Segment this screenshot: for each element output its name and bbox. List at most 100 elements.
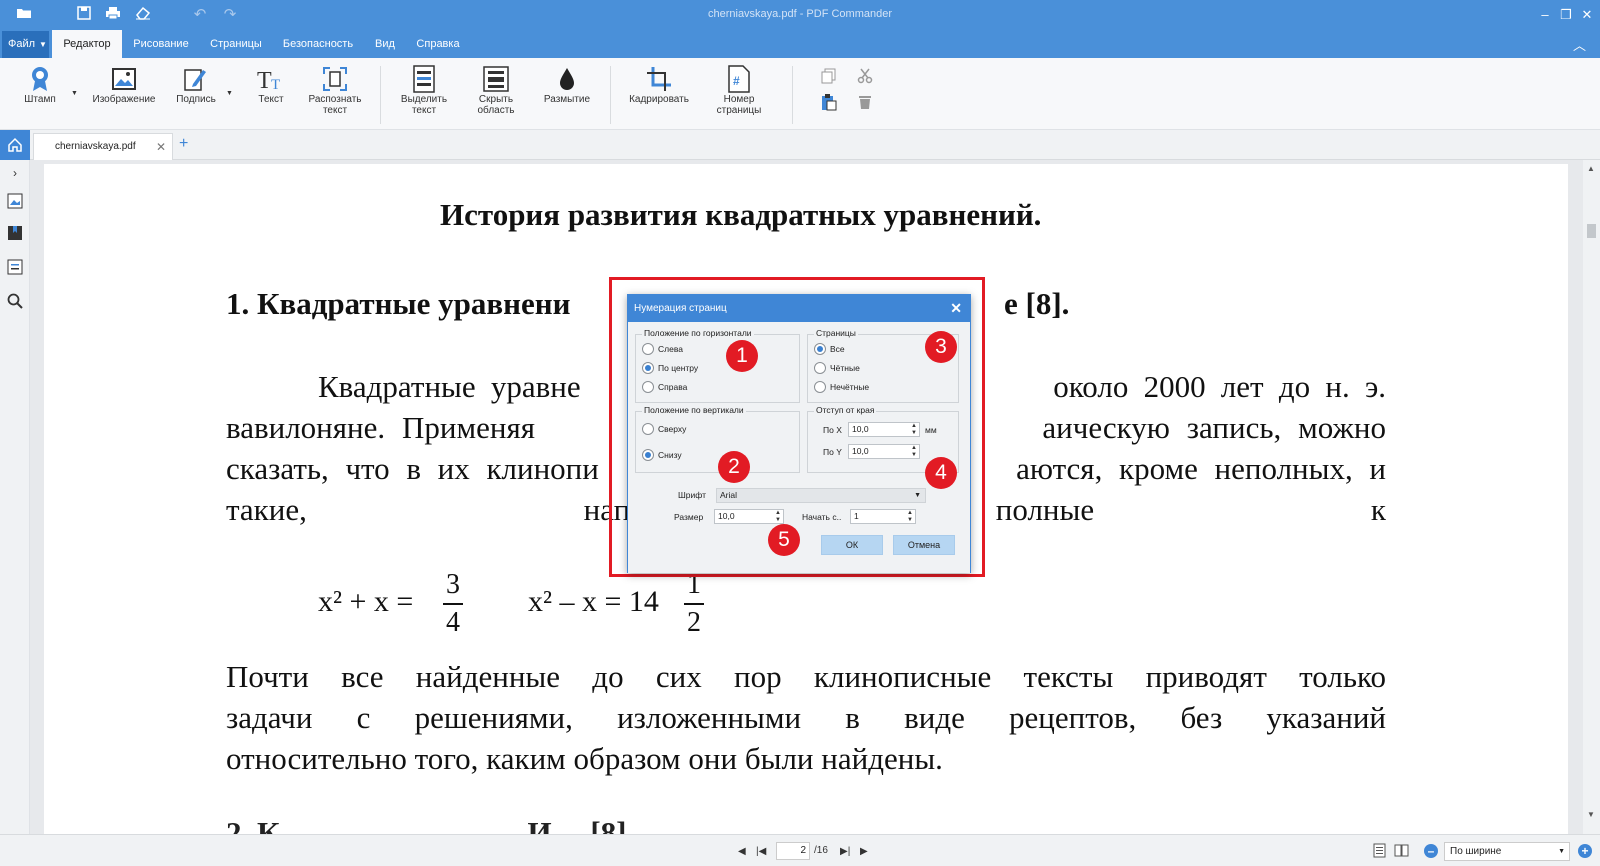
offset-x-label: По X — [823, 425, 842, 435]
pen-icon — [172, 64, 220, 94]
scroll-down-arrow[interactable]: ▼ — [1587, 810, 1595, 819]
thumbnails-icon[interactable] — [6, 192, 24, 210]
ribbon-separator — [792, 66, 793, 124]
zoom-select[interactable]: По ширине ▼ — [1444, 842, 1570, 861]
image-icon — [90, 64, 158, 94]
file-menu-button[interactable]: Файл ▼ — [2, 31, 49, 58]
next-page-icon[interactable]: ▶ — [860, 846, 868, 857]
hide-area-button[interactable]: Скрыть область — [466, 64, 526, 124]
tab-drawing[interactable]: Рисование — [126, 30, 196, 58]
crop-icon — [622, 64, 696, 94]
blur-button[interactable]: Размытие — [538, 64, 596, 124]
chevron-right-icon[interactable]: › — [6, 164, 24, 182]
stamp-icon — [18, 64, 62, 94]
page-number-button[interactable]: # Номер страницы — [708, 64, 770, 124]
annotation-badge-5: 5 — [768, 524, 800, 556]
ocr-icon — [302, 64, 368, 94]
text-button[interactable]: TT Текст — [250, 64, 292, 124]
last-page-icon[interactable]: ▶| — [840, 846, 850, 857]
zoom-in-icon[interactable]: + — [1578, 844, 1592, 858]
prev-page-icon[interactable]: ◀ — [738, 846, 746, 857]
signature-button[interactable]: Подпись — [172, 64, 220, 124]
section-heading-end: е [8]. — [1004, 286, 1070, 321]
recognize-text-button[interactable]: Распознать текст — [302, 64, 368, 124]
scrollbar-thumb[interactable] — [1587, 224, 1596, 238]
annotation-badge-1: 1 — [726, 340, 758, 372]
ribbon-separator — [610, 66, 611, 124]
text-icon: TT — [250, 64, 292, 94]
cut-icon[interactable] — [856, 67, 874, 85]
spinner-icon: ▲ ▼ — [911, 423, 917, 436]
crop-button[interactable]: Кадрировать — [622, 64, 696, 124]
document-tab-strip — [0, 130, 1600, 160]
paragraph-line: задачи с решениями, изложенными в виде р… — [226, 700, 1386, 735]
stamp-dropdown-caret[interactable]: ▼ — [71, 90, 78, 97]
ok-button[interactable]: ОК — [821, 535, 883, 555]
app-window: ↶ ↷ cherniavskaya.pdf - PDF Commander – … — [0, 0, 1600, 866]
offset-y-input[interactable]: 10,0 ▲ ▼ — [848, 444, 920, 459]
scroll-up-arrow[interactable]: ▲ — [1587, 164, 1595, 173]
tab-pages[interactable]: Страницы — [205, 30, 267, 58]
chevron-down-icon: ▼ — [914, 492, 921, 499]
paragraph-line: Почти все найденные до сих пор клинописн… — [226, 659, 1386, 694]
tab-editor[interactable]: Редактор — [52, 30, 122, 58]
minimize-icon[interactable]: – — [1534, 5, 1556, 25]
tab-security[interactable]: Безопасность — [278, 30, 358, 58]
radio-left[interactable]: Слева — [642, 343, 683, 355]
drop-icon — [538, 64, 596, 94]
spinner-icon: ▲ ▼ — [775, 510, 781, 523]
cancel-button[interactable]: Отмена — [893, 535, 955, 555]
two-page-view-icon[interactable] — [1394, 843, 1409, 858]
dialog-close-icon[interactable]: ✕ — [950, 295, 962, 322]
equation-2-lhs: x² – x = 14 — [528, 585, 659, 618]
equation-1-lhs: x² + x = — [318, 585, 414, 618]
status-bar: ◀ |◀ 2 /16 ▶| ▶ – По ширине ▼ + — [0, 834, 1600, 866]
radio-all-pages[interactable]: Все — [814, 343, 845, 355]
svg-text:#: # — [733, 74, 740, 88]
offset-y-label: По Y — [823, 447, 842, 457]
group-title: Страницы — [814, 328, 858, 338]
equation-2-denominator: 2 — [687, 607, 701, 638]
home-button[interactable] — [0, 130, 30, 160]
first-page-icon[interactable]: |◀ — [756, 846, 766, 857]
new-tab-button[interactable]: + — [179, 135, 188, 153]
delete-icon[interactable] — [856, 93, 874, 111]
copy-icon[interactable] — [820, 67, 838, 85]
radio-right[interactable]: Справа — [642, 381, 687, 393]
radio-top[interactable]: Сверху — [642, 423, 686, 435]
font-select[interactable]: Arial ▼ — [716, 488, 926, 503]
document-tab[interactable]: cherniavskaya.pdf ✕ — [33, 133, 173, 160]
stamp-button[interactable]: Штамп — [18, 64, 62, 124]
left-sidebar: › — [0, 160, 30, 834]
tab-help[interactable]: Справка — [414, 30, 462, 58]
close-tab-icon[interactable]: ✕ — [156, 134, 166, 160]
paste-icon[interactable] — [820, 93, 838, 111]
radio-bottom[interactable]: Снизу — [642, 449, 682, 461]
offset-x-input[interactable]: 10,0 ▲ ▼ — [848, 422, 920, 437]
chevron-up-icon[interactable]: ︿ — [1573, 35, 1586, 54]
restore-icon[interactable]: ❐ — [1555, 5, 1577, 25]
close-window-icon[interactable]: ✕ — [1576, 5, 1598, 25]
radio-even-pages[interactable]: Чётные — [814, 362, 860, 374]
group-title: Отступ от края — [814, 405, 877, 415]
page-number-input[interactable]: 2 — [776, 842, 810, 860]
bookmarks-icon[interactable] — [6, 224, 24, 242]
spinner-icon: ▲ ▼ — [911, 445, 917, 458]
size-input[interactable]: 10,0 ▲ ▼ — [714, 509, 784, 524]
vertical-scrollbar[interactable]: ▲ ▼ — [1583, 160, 1600, 834]
search-icon[interactable] — [6, 292, 24, 310]
radio-center[interactable]: По центру — [642, 362, 698, 374]
zoom-out-icon[interactable]: – — [1424, 844, 1438, 858]
signature-dropdown-caret[interactable]: ▼ — [226, 90, 233, 97]
select-text-button[interactable]: Выделить текст — [394, 64, 454, 124]
tab-view[interactable]: Вид — [370, 30, 400, 58]
radio-odd-pages[interactable]: Нечётные — [814, 381, 869, 393]
start-from-input[interactable]: 1 ▲ ▼ — [850, 509, 916, 524]
image-button[interactable]: Изображение — [90, 64, 158, 124]
page-total: /16 — [814, 845, 828, 856]
notes-icon[interactable] — [6, 258, 24, 276]
group-title: Положение по вертикали — [642, 405, 746, 415]
document-tab-label: cherniavskaya.pdf — [55, 141, 136, 152]
single-page-view-icon[interactable] — [1372, 843, 1387, 858]
chevron-down-icon: ▼ — [1558, 848, 1565, 855]
